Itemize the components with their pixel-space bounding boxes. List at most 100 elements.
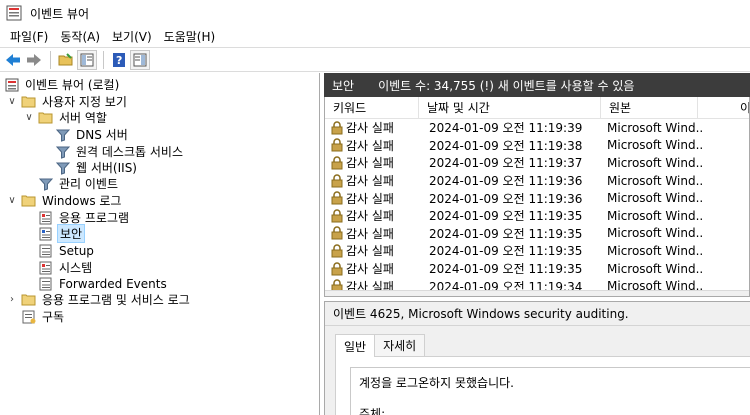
tree-item-root[interactable]: 이벤트 뷰어 (로컬) (4, 76, 121, 93)
datetime-cell: 2024-01-09 오전 11:19:39 (429, 121, 583, 136)
table-row[interactable]: 감사 실패 2024-01-09 오전 11:19:36 Microsoft Win… (325, 172, 749, 190)
filter-icon (55, 160, 70, 175)
tree-label: 시스템 (59, 261, 93, 275)
tree-item-iis[interactable]: 웹 서버(IIS) (55, 159, 139, 176)
properties-icon[interactable] (77, 49, 97, 70)
table-row[interactable]: 감사 실패 2024-01-09 오전 11:19:36 Microsoft Win… (325, 189, 749, 207)
log-header-bar: 보안 이벤트 수: 34,755 (!) 새 이벤트를 사용할 수 있음 (324, 73, 750, 97)
events-table: 키워드 날짜 및 시간 원본 이 감사 실패 2024-01-09 오전 11:1… (324, 97, 750, 297)
chevron-down-icon[interactable]: ∨ (23, 112, 35, 124)
horizontal-scrollbar[interactable] (325, 290, 749, 296)
event-message-box[interactable]: 계정을 로그온하지 못했습니다. 주체: (350, 367, 750, 415)
tree-item-security[interactable]: 보안 (38, 224, 86, 243)
tree-item-server-roles[interactable]: ∨ 서버 역할 (23, 109, 109, 126)
tree-label: Windows 로그 (42, 194, 122, 208)
chevron-down-icon[interactable]: ∨ (6, 96, 18, 108)
chevron-down-icon[interactable]: ∨ (6, 195, 18, 207)
event-list-pane: 보안 이벤트 수: 34,755 (!) 새 이벤트를 사용할 수 있음 키워드… (324, 73, 750, 415)
open-folder-icon[interactable] (56, 50, 76, 70)
datetime-cell: 2024-01-09 오전 11:19:35 (429, 226, 583, 241)
subject-label: 주체: (359, 407, 386, 415)
back-arrow-icon[interactable] (3, 50, 23, 70)
tree-item-forwarded-events[interactable]: Forwarded Events (38, 275, 169, 292)
chevron-right-icon[interactable]: › (6, 294, 18, 306)
tree-label: Setup (59, 243, 94, 258)
column-header-datetime[interactable]: 날짜 및 시간 (419, 97, 601, 119)
filter-icon (55, 144, 70, 159)
source-cell: Microsoft Wind... (607, 138, 703, 153)
datetime-cell: 2024-01-09 오전 11:19:35 (429, 209, 583, 224)
tree-item-windows-logs[interactable]: ∨ Windows 로그 (6, 192, 123, 209)
column-header-event-id[interactable]: 이 (698, 97, 749, 119)
tree-item-setup[interactable]: Setup (38, 242, 96, 259)
keyword-text: 감사 실패 (346, 138, 394, 153)
source-cell: Microsoft Wind... (607, 120, 703, 135)
tab-details[interactable]: 자세히 (374, 334, 426, 356)
tree-label: 서버 역할 (59, 111, 107, 125)
keyword-text: 감사 실패 (346, 209, 394, 224)
tab-general[interactable]: 일반 (335, 334, 376, 357)
filter-icon (38, 176, 53, 191)
folder-icon (21, 193, 36, 208)
forward-arrow-icon[interactable] (24, 50, 44, 70)
detail-body: 일반 자세히 계정을 로그온하지 못했습니다. 주체: (325, 326, 750, 415)
log-icon (38, 210, 53, 225)
tree-item-admin-events[interactable]: 관리 이벤트 (38, 175, 120, 192)
source-cell: Microsoft Wind... (607, 261, 703, 276)
table-row[interactable]: 감사 실패 2024-01-09 오전 11:19:35 Microsoft Win… (325, 225, 749, 243)
keyword-cell: 감사 실패 (331, 119, 419, 137)
tree-label: 보안 (57, 224, 86, 243)
log-icon (38, 260, 53, 275)
tree-item-dns-server[interactable]: DNS 서버 (55, 126, 130, 143)
tree-item-apps-services-logs[interactable]: › 응용 프로그램 및 서비스 로그 (6, 291, 192, 308)
keyword-text: 감사 실패 (346, 262, 394, 277)
folder-icon (38, 110, 53, 125)
tree-label: 웹 서버(IIS) (76, 161, 137, 175)
keyword-cell: 감사 실패 (331, 189, 419, 207)
subscription-icon (21, 309, 36, 324)
source-cell: Microsoft Wind... (607, 226, 703, 241)
menu-file[interactable]: 파일(F) (4, 28, 54, 45)
source-cell: Microsoft Wind... (607, 173, 703, 188)
menu-view[interactable]: 보기(V) (106, 28, 158, 45)
help-icon[interactable]: ? (109, 50, 129, 70)
column-header-source[interactable]: 원본 (601, 97, 698, 119)
log-icon (38, 243, 53, 258)
keyword-text: 감사 실패 (346, 156, 394, 171)
title-bar: 이벤트 뷰어 (0, 0, 750, 26)
table-row[interactable]: 감사 실패 2024-01-09 오전 11:19:38 Microsoft Win… (325, 137, 749, 155)
menu-help[interactable]: 도움말(H) (158, 28, 222, 45)
table-row[interactable]: 감사 실패 2024-01-09 오전 11:19:35 Microsoft Win… (325, 242, 749, 260)
detail-title: 이벤트 4625, Microsoft Windows security aud… (325, 302, 750, 326)
menu-bar: 파일(F) 동작(A) 보기(V) 도움말(H) (0, 26, 750, 46)
log-icon (38, 226, 53, 241)
source-cell: Microsoft Wind... (607, 155, 703, 170)
show-hide-action-pane-icon[interactable] (130, 49, 150, 70)
tree-item-subscriptions[interactable]: 구독 (21, 308, 66, 325)
filter-icon (55, 127, 70, 142)
keyword-cell: 감사 실패 (331, 137, 419, 155)
tree-item-system[interactable]: 시스템 (38, 259, 94, 276)
event-viewer-icon (4, 77, 19, 92)
menu-action[interactable]: 동작(A) (54, 28, 106, 45)
source-cell: Microsoft Wind... (607, 243, 703, 258)
tree-label: 원격 데스크톱 서비스 (76, 145, 183, 159)
tree-label: Forwarded Events (59, 276, 167, 291)
tree-label: 구독 (42, 310, 65, 324)
table-row[interactable]: 감사 실패 2024-01-09 오전 11:19:37 Microsoft Win… (325, 154, 749, 172)
table-row[interactable]: 감사 실패 2024-01-09 오전 11:19:35 Microsoft Win… (325, 207, 749, 225)
tab-content: 계정을 로그온하지 못했습니다. 주체: (335, 356, 750, 415)
table-row[interactable]: 감사 실패 2024-01-09 오전 11:19:39 Microsoft Win… (325, 119, 749, 137)
source-cell: Microsoft Wind... (607, 191, 703, 206)
column-header-keyword[interactable]: 키워드 (325, 97, 419, 119)
tree-label: 응용 프로그램 및 서비스 로그 (42, 293, 190, 307)
tree-item-remote-desktop[interactable]: 원격 데스크톱 서비스 (55, 143, 185, 160)
keyword-cell: 감사 실패 (331, 154, 419, 172)
table-row[interactable]: 감사 실패 2024-01-09 오전 11:19:35 Microsoft Win… (325, 260, 749, 278)
tree-item-custom-views[interactable]: ∨ 사용자 지정 보기 (6, 93, 129, 110)
lock-icon (331, 244, 343, 258)
tree-label: DNS 서버 (76, 128, 128, 142)
datetime-cell: 2024-01-09 오전 11:19:36 (429, 191, 583, 206)
lock-icon (331, 138, 343, 152)
lock-icon (331, 226, 343, 240)
